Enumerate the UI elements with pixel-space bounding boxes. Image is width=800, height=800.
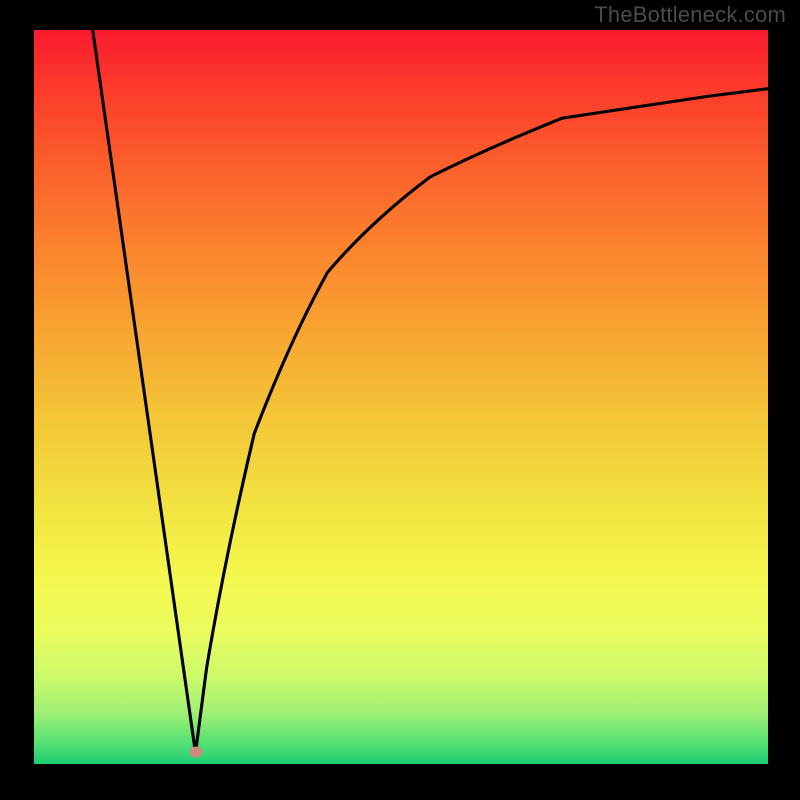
plot-area (34, 30, 768, 764)
chart-frame: TheBottleneck.com (0, 0, 800, 800)
watermark-text: TheBottleneck.com (594, 2, 786, 28)
curve-left-leg (93, 30, 196, 753)
bottleneck-marker (189, 747, 202, 758)
curve-right (196, 89, 769, 753)
curve-svg (34, 30, 768, 764)
